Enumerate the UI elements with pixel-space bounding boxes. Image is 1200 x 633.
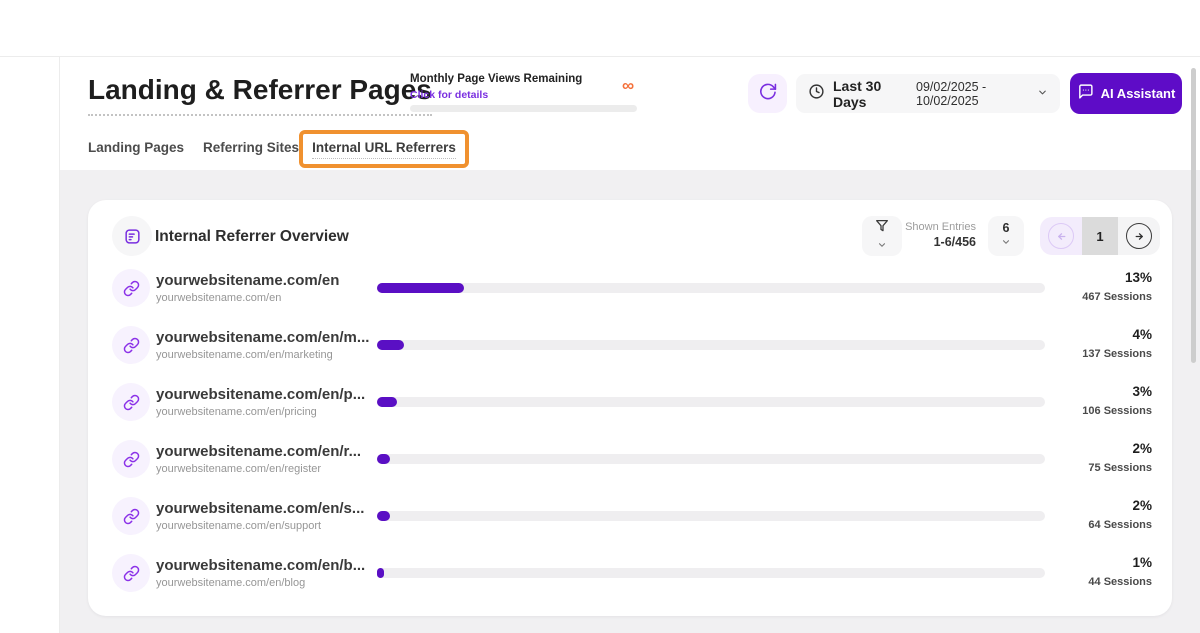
infinity-icon: ∞ [622,76,634,96]
referrer-bar [377,511,1045,521]
current-page: 1 [1082,217,1118,255]
link-icon [112,554,150,592]
clock-icon [808,83,825,105]
chevron-down-icon [1001,234,1011,252]
monthly-views-progressbar [410,105,637,112]
referrer-bar-fill [377,340,404,350]
referrer-sessions: 137 Sessions [1002,348,1152,360]
shown-entries: Shown Entries 1-6/456 [880,221,976,249]
top-bar [0,0,1200,57]
link-icon [112,326,150,364]
tab-landing-pages[interactable]: Landing Pages [88,140,184,155]
referrer-bar [377,454,1045,464]
page-size-select[interactable]: 6 [988,216,1024,256]
referrer-title[interactable]: yourwebsitename.com/en [156,272,339,289]
date-range-picker[interactable]: Last 30 Days 09/02/2025 - 10/02/2025 [796,74,1060,113]
referrer-url: yourwebsitename.com/en [156,292,281,304]
link-icon [112,383,150,421]
page-size-value: 6 [1003,221,1010,235]
pagination: 1 [1040,217,1160,255]
tab-referring-sites[interactable]: Referring Sites [203,140,299,155]
referrer-sessions: 44 Sessions [1002,576,1152,588]
referrer-title[interactable]: yourwebsitename.com/en/p... [156,386,365,403]
date-range-value: 09/02/2025 - 10/02/2025 [916,80,1029,108]
page-title: Landing & Referrer Pages [88,74,432,116]
referrer-sessions: 106 Sessions [1002,405,1152,417]
ai-assistant-label: AI Assistant [1101,86,1176,101]
referrer-percent: 3% [1002,384,1152,399]
ai-assistant-button[interactable]: AI Assistant [1070,73,1182,114]
referrer-percent: 13% [1002,270,1152,285]
monthly-views-details-link[interactable]: Click for details [410,89,488,101]
referrer-title[interactable]: yourwebsitename.com/en/b... [156,557,365,574]
referrer-percent: 2% [1002,441,1152,456]
sidebar [0,57,60,633]
referrer-url: yourwebsitename.com/en/support [156,520,321,532]
refresh-button[interactable] [748,74,787,113]
app-root: yourwebsitename.com [0,0,1200,633]
referrer-sessions: 467 Sessions [1002,291,1152,303]
referrer-percent: 4% [1002,327,1152,342]
prev-page-button[interactable] [1040,217,1082,255]
link-icon [112,497,150,535]
referrer-bar-fill [377,283,464,293]
referrer-url: yourwebsitename.com/en/blog [156,577,305,589]
report-icon [112,216,152,256]
arrow-left-icon [1048,223,1074,249]
referrer-title[interactable]: yourwebsitename.com/en/r... [156,443,361,460]
chat-icon [1077,83,1094,105]
referrer-url: yourwebsitename.com/en/register [156,463,321,475]
tab-internal-url-referrers-label: Internal URL Referrers [312,140,456,159]
referrer-url: yourwebsitename.com/en/marketing [156,349,333,361]
referrer-bar-fill [377,397,397,407]
referrer-bar [377,340,1045,350]
link-icon [112,440,150,478]
referrer-bar [377,568,1045,578]
referrer-bar-fill [377,454,390,464]
next-page-button[interactable] [1118,217,1160,255]
referrer-percent: 2% [1002,498,1152,513]
arrow-right-icon [1126,223,1152,249]
referrer-sessions: 75 Sessions [1002,462,1152,474]
referrer-bar [377,283,1045,293]
refresh-icon [758,82,777,106]
shown-entries-label: Shown Entries [880,221,976,233]
referrer-bar [377,397,1045,407]
referrer-title[interactable]: yourwebsitename.com/en/m... [156,329,369,346]
scrollbar[interactable] [1191,68,1196,363]
chevron-down-icon [1037,85,1048,103]
referrer-title[interactable]: yourwebsitename.com/en/s... [156,500,364,517]
shown-entries-value: 1-6/456 [880,235,976,249]
referrer-bar-fill [377,568,384,578]
panel-title: Internal Referrer Overview [155,228,349,246]
referrer-url: yourwebsitename.com/en/pricing [156,406,317,418]
referrer-percent: 1% [1002,555,1152,570]
referrer-sessions: 64 Sessions [1002,519,1152,531]
link-icon [112,269,150,307]
referrer-bar-fill [377,511,390,521]
tab-internal-url-referrers[interactable]: Internal URL Referrers [299,130,469,168]
monthly-views-label: Monthly Page Views Remaining [410,73,582,85]
date-preset-label: Last 30 Days [833,78,904,110]
